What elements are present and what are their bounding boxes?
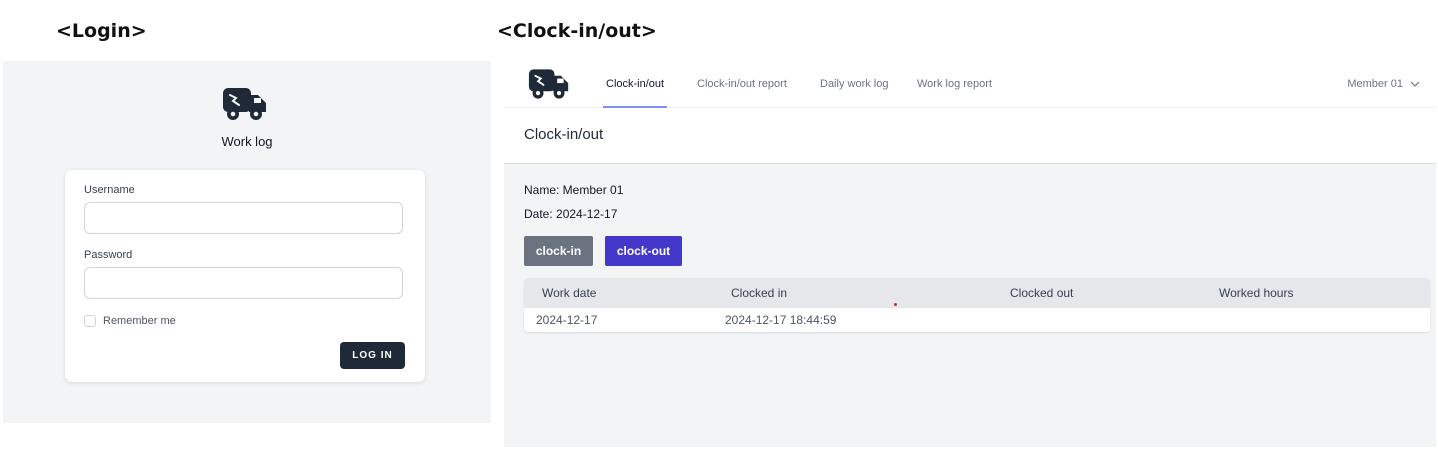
page-header: Clock-in/out	[504, 108, 1436, 164]
remember-me-row[interactable]: Remember me	[84, 315, 176, 327]
table-cell: 2024-12-17	[536, 313, 598, 327]
login-button[interactable]: LOG IN	[340, 342, 405, 369]
table-header: Work date Clocked in Clocked out Worked …	[524, 278, 1430, 308]
chevron-down-icon	[1410, 81, 1420, 87]
tab-work-log-report[interactable]: Work log report	[917, 61, 992, 107]
username-label: Username	[84, 184, 135, 196]
column-header: Clocked out	[1010, 286, 1074, 300]
page-title: Clock-in/out	[524, 126, 604, 143]
truck-icon	[222, 86, 268, 122]
tab-daily-work-log[interactable]: Daily work log	[820, 61, 888, 107]
clock-in-button[interactable]: clock-in	[524, 236, 593, 266]
clock-out-button[interactable]: clock-out	[605, 236, 682, 266]
password-input[interactable]	[84, 267, 403, 299]
login-section-label: <Login>	[56, 20, 147, 42]
truck-icon[interactable]	[528, 67, 570, 101]
top-navigation: Clock-in/out Clock-in/out report Daily w…	[504, 61, 1436, 108]
current-date: Date: 2024-12-17	[524, 207, 618, 221]
attendance-table: Work date Clocked in Clocked out Worked …	[524, 278, 1430, 332]
tab-clock-in-out-report[interactable]: Clock-in/out report	[697, 61, 787, 107]
login-screen: Work log Username Password Remember me L…	[3, 61, 491, 423]
table-cell: 2024-12-17 18:44:59	[725, 313, 837, 327]
member-name: Name: Member 01	[524, 183, 624, 197]
app-name: Work log	[221, 134, 273, 149]
column-header: Work date	[542, 286, 597, 300]
remember-me-checkbox[interactable]	[84, 315, 96, 327]
column-header: Worked hours	[1219, 286, 1294, 300]
username-input[interactable]	[84, 202, 403, 234]
tab-clock-in-out[interactable]: Clock-in/out	[602, 61, 668, 108]
user-name: Member 01	[1347, 78, 1403, 90]
cursor-dot	[894, 303, 897, 306]
login-card: Username Password Remember me LOG IN	[65, 170, 425, 382]
password-label: Password	[84, 249, 133, 261]
clock-section-label: <Clock-in/out>	[497, 20, 657, 42]
column-header: Clocked in	[731, 286, 788, 300]
remember-me-label: Remember me	[103, 315, 176, 327]
clock-screen: Clock-in/out Clock-in/out report Daily w…	[504, 61, 1436, 447]
user-menu[interactable]: Member 01	[1347, 61, 1420, 107]
